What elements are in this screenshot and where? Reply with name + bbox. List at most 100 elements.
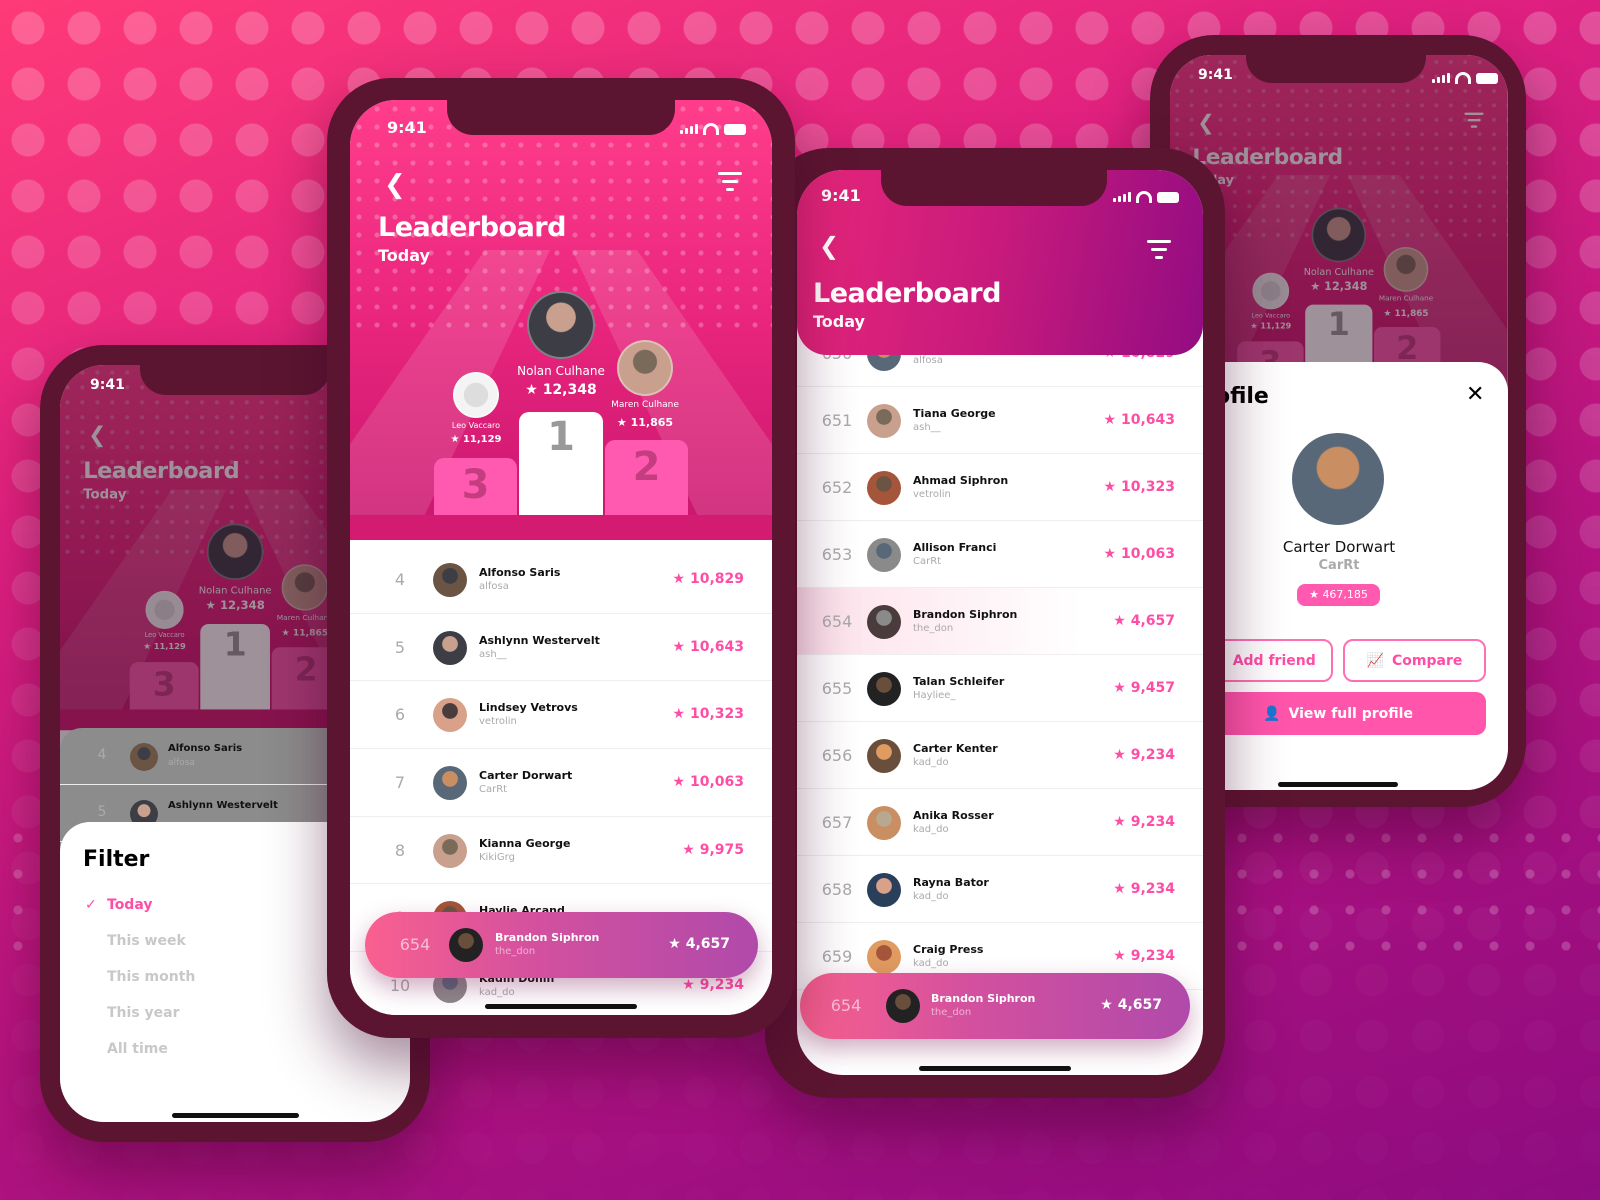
close-button[interactable]: ✕ [1466, 382, 1484, 407]
player-handle: ash__ [479, 648, 507, 660]
button-label: Compare [1392, 652, 1463, 669]
player-handle: the_don [495, 946, 536, 957]
rank: 658 [821, 879, 853, 899]
battery-icon [724, 123, 746, 135]
player-name: Brandon Siphron [495, 931, 600, 944]
star-icon: ★ [1113, 947, 1126, 964]
leaderboard-row[interactable]: 6 Lindsey Vetrovs vetrolin ★ 10,323 [350, 681, 772, 750]
avatar [867, 537, 901, 572]
podium-first-score: ★ 12,348 [481, 382, 641, 398]
filter-option[interactable]: ✓This month [85, 969, 195, 985]
player-handle: vetrolin [479, 716, 517, 728]
star-icon: ★ [1113, 746, 1126, 763]
star-icon: ★ [1309, 588, 1319, 601]
back-button[interactable]: ❮ [384, 170, 406, 200]
rank: 654 [399, 935, 431, 954]
filter-option[interactable]: ✓This week [85, 933, 186, 949]
player-handle: CarRt [913, 555, 942, 567]
screen-rank-list: 650 alfosa ★ 10,829 651 Tiana George ash… [797, 170, 1203, 1075]
avatar-third[interactable] [453, 372, 499, 418]
filter-option-label: This week [107, 933, 186, 949]
rank: 656 [821, 745, 853, 765]
star-icon: ★ [682, 841, 695, 858]
view-full-profile-button[interactable]: 👤 View full profile [1190, 692, 1486, 735]
podium-block-first: 1 [519, 412, 603, 515]
chart-icon: 📈 [1366, 652, 1385, 669]
notch [447, 100, 675, 135]
player-score: ★ 4,657 [1113, 613, 1175, 629]
star-icon: ★ [525, 382, 538, 398]
status-icons [1432, 72, 1498, 84]
filter-option[interactable]: ✓All time [85, 1041, 168, 1057]
leaderboard-row[interactable]: 654 Brandon Siphron the_don ★ 4,657 [797, 588, 1203, 655]
page-subtitle: Today [813, 312, 865, 331]
screen-leaderboard: 9:41 ❮ Leaderboard Today Nolan Culhane ★… [350, 100, 772, 1015]
leaderboard-row[interactable]: 653 Allison Franci CarRt ★ 10,063 [797, 521, 1203, 588]
player-handle: ash__ [913, 421, 941, 433]
compare-button[interactable]: 📈 Compare [1343, 639, 1486, 682]
profile-score-badge: ★ 467,185 [1297, 584, 1380, 606]
check-icon: ✓ [85, 897, 97, 913]
score: 10,323 [1120, 478, 1175, 495]
avatar [886, 989, 920, 1023]
leaderboard-row[interactable]: 7 Carter Dorwart CarRt ★ 10,063 [350, 749, 772, 817]
score: 9,234 [1130, 813, 1175, 830]
player-handle: kad_do [479, 987, 515, 999]
star-icon: ★ [672, 773, 686, 790]
close-icon: ✕ [1466, 382, 1485, 407]
current-user-bar[interactable]: 654 Brandon Siphron the_don ★ 4,657 [365, 912, 758, 978]
home-indicator [1278, 782, 1398, 787]
rank: 8 [394, 840, 406, 860]
avatar-first[interactable] [527, 291, 595, 359]
avatar-second[interactable] [617, 340, 673, 396]
player-handle: kad_do [913, 890, 949, 902]
filter-title: Filter [83, 847, 150, 872]
rank: 657 [821, 812, 853, 832]
status-icons [680, 123, 746, 135]
filter-option-label: This year [107, 1005, 180, 1021]
star-icon: ★ [1103, 411, 1117, 428]
player-handle: vetrolin [913, 488, 951, 500]
signal-icon [680, 124, 698, 134]
battery-icon [1476, 72, 1498, 84]
leaderboard-row[interactable]: 657 Anika Rosser kad_do ★ 9,234 [797, 789, 1203, 856]
leaderboard-row[interactable]: 652 Ahmad Siphron vetrolin ★ 10,323 [797, 454, 1203, 521]
avatar [867, 872, 901, 907]
podium-second-name: Maren Culhane [611, 400, 679, 410]
podium-third-name: Leo Vaccaro [451, 421, 501, 430]
filter-option[interactable]: ✓This year [85, 1005, 180, 1021]
player-name: Ahmad Siphron [913, 473, 1009, 487]
chevron-left-icon: ❮ [819, 232, 840, 260]
rank: 5 [394, 637, 406, 657]
filter-button[interactable] [718, 172, 742, 196]
leaderboard-row[interactable]: 4 Alfonso Saris alfosa ★ 10,829 [350, 546, 772, 614]
leaderboard-row[interactable]: 656 Carter Kenter kad_do ★ 9,234 [797, 722, 1203, 789]
rank: 651 [821, 410, 853, 430]
current-user-bar[interactable]: 654 Brandon Siphron the_don ★ 4,657 [800, 973, 1190, 1039]
back-button[interactable]: ❮ [819, 232, 839, 260]
user-icon: 👤 [1263, 705, 1281, 722]
signal-icon [1432, 73, 1450, 83]
filter-option-label: All time [107, 1041, 168, 1057]
star-icon: ★ [1103, 478, 1117, 495]
star-icon: ★ [1113, 813, 1126, 830]
score: 11,129 [462, 434, 502, 445]
leaderboard-row[interactable]: 5 Ashlynn Westervelt ash__ ★ 10,643 [350, 614, 772, 682]
star-icon: ★ [450, 434, 460, 445]
player-name: Allison Franci [913, 540, 997, 554]
score: 10,063 [689, 773, 744, 790]
player-score: ★ 4,657 [1100, 997, 1162, 1013]
leaderboard-row[interactable]: 655 Talan Schleifer Hayliee_ ★ 9,457 [797, 655, 1203, 722]
home-indicator [485, 1004, 637, 1009]
filter-button[interactable] [1147, 240, 1171, 264]
leaderboard-row[interactable]: 658 Rayna Bator kad_do ★ 9,234 [797, 856, 1203, 923]
leaderboard-row[interactable]: 651 Tiana George ash__ ★ 10,643 [797, 387, 1203, 454]
status-time: 9:41 [387, 118, 427, 137]
wifi-icon [703, 123, 719, 135]
status-time: 9:41 [90, 377, 125, 393]
star-icon: ★ [672, 706, 686, 723]
status-time: 9:41 [1198, 67, 1233, 83]
star-icon: ★ [672, 638, 686, 655]
filter-option[interactable]: ✓ Today [85, 897, 152, 913]
leaderboard-row[interactable]: 8 Kianna George KikiGrg ★ 9,975 [350, 817, 772, 885]
